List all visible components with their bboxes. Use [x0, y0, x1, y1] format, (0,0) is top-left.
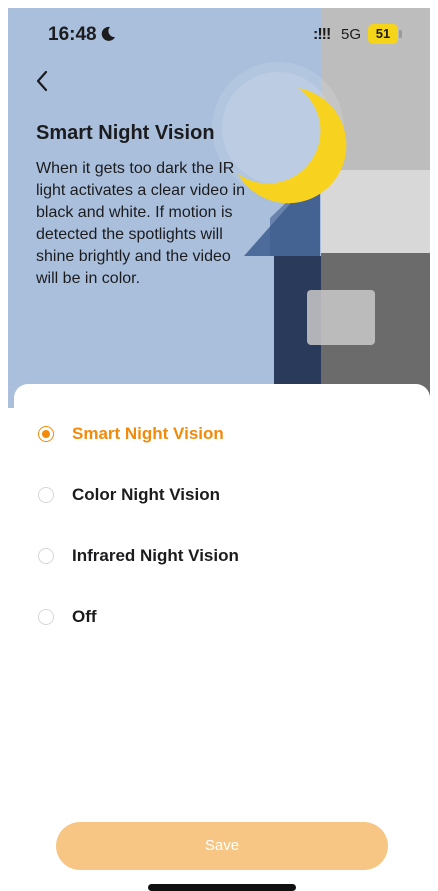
network-label: 5G — [341, 26, 362, 43]
battery-cap — [399, 30, 402, 38]
chevron-left-icon — [36, 70, 48, 92]
radio-selected[interactable] — [38, 426, 54, 442]
status-time: 16:48 — [48, 24, 97, 45]
option-label: Off — [72, 607, 97, 626]
moon-icon — [101, 26, 115, 41]
options-sheet — [14, 384, 430, 891]
option-infrared-night-vision[interactable]: Infrared Night Vision — [38, 536, 418, 576]
radio-unselected[interactable] — [38, 548, 54, 564]
option-color-night-vision[interactable]: Color Night Vision — [38, 475, 418, 515]
status-bar: 16:48 :!!! 5G 51 — [0, 0, 438, 60]
option-label: Smart Night Vision — [72, 424, 224, 443]
back-button[interactable] — [30, 66, 60, 96]
hero-title: Smart Night Vision — [36, 122, 215, 144]
home-indicator — [148, 884, 296, 891]
option-label: Color Night Vision — [72, 485, 220, 504]
option-off[interactable]: Off — [38, 597, 418, 637]
hero-description: When it gets too dark the IR light activ… — [36, 160, 245, 287]
battery-icon: 51 — [368, 24, 398, 44]
option-smart-night-vision[interactable]: Smart Night Vision — [38, 414, 418, 454]
signal-icon: :!!! — [313, 26, 331, 43]
radio-unselected[interactable] — [38, 487, 54, 503]
option-label: Infrared Night Vision — [72, 546, 239, 565]
save-button[interactable]: Save — [56, 822, 388, 870]
radio-unselected[interactable] — [38, 609, 54, 625]
